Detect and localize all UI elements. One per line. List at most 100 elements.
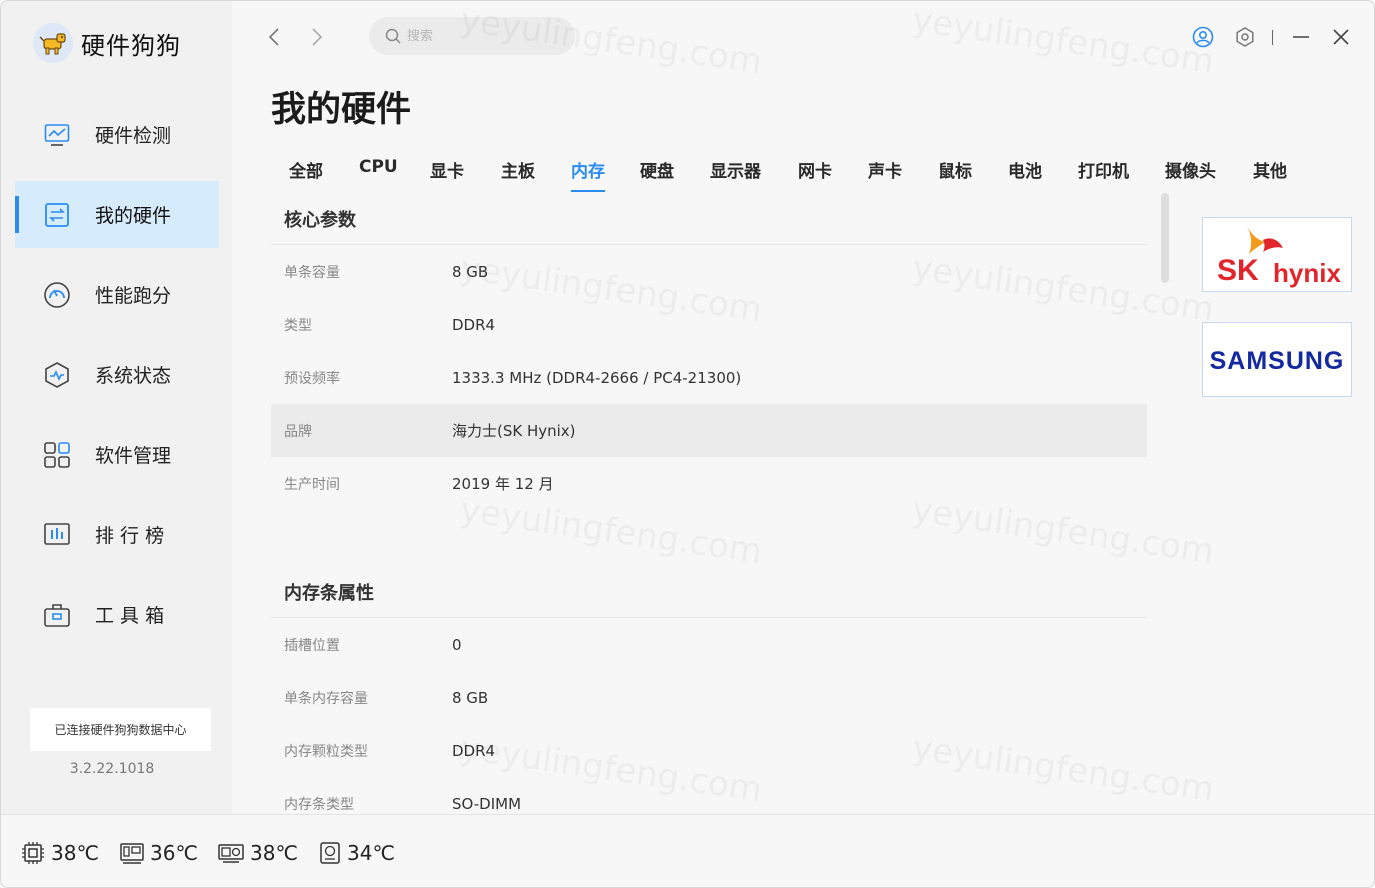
sidebar-item-software-manage[interactable]: 软件管理	[15, 421, 219, 488]
table-row: 插槽位置 0	[271, 618, 1147, 671]
temperature-value: 34℃	[347, 841, 395, 865]
ranking-chart-icon	[43, 521, 71, 549]
tab-sound[interactable]: 声卡	[868, 153, 902, 186]
tab-all[interactable]: 全部	[289, 153, 323, 186]
system-status-icon	[43, 361, 71, 389]
tab-memory[interactable]: 内存	[571, 153, 605, 192]
table-row: 品牌 海力士(SK Hynix)	[271, 404, 1147, 457]
tab-printer[interactable]: 打印机	[1078, 153, 1129, 186]
user-icon	[1192, 26, 1214, 48]
sidebar-item-label: 硬件检测	[95, 125, 172, 147]
tab-camera[interactable]: 摄像头	[1165, 153, 1216, 186]
tab-network[interactable]: 网卡	[798, 153, 832, 186]
row-value: 0	[452, 635, 462, 654]
back-button[interactable]	[262, 25, 286, 49]
hardware-transfer-icon	[43, 201, 71, 229]
graphics-card-icon	[218, 844, 244, 863]
sidebar-item-hardware-detect[interactable]: 硬件检测	[15, 101, 219, 168]
samsung-logo-icon: SAMSUNG	[1210, 347, 1345, 375]
connection-status[interactable]: 已连接硬件狗狗数据中心	[30, 708, 211, 751]
svg-text:SK: SK	[1217, 254, 1259, 287]
tab-cpu[interactable]: CPU	[359, 153, 398, 181]
tab-mouse[interactable]: 鼠标	[938, 153, 972, 186]
row-key: 类型	[284, 317, 312, 334]
table-row: 预设频率 1333.3 MHz (DDR4-2666 / PC4-21300)	[271, 351, 1147, 404]
disk-temperature[interactable]: 34℃	[319, 841, 395, 865]
search-input[interactable]	[407, 28, 557, 44]
motherboard-icon	[120, 843, 144, 864]
watermark: yeyulingfeng.com	[910, 1, 1217, 82]
apps-grid-icon	[43, 441, 71, 469]
row-value: 8 GB	[452, 688, 489, 707]
settings-button[interactable]	[1231, 23, 1259, 51]
app-window: 硬件狗狗 硬件检测 我的硬件 性能跑分 系统状态 软件管理 排 行 榜 工 具 …	[0, 0, 1375, 888]
row-value: 8 GB	[452, 262, 489, 281]
gear-icon	[1236, 27, 1254, 47]
sidebar-item-my-hardware[interactable]: 我的硬件	[15, 181, 219, 248]
sidebar-item-toolbox[interactable]: 工 具 箱	[15, 581, 219, 648]
toolbox-icon	[43, 601, 71, 629]
hard-disk-icon	[320, 842, 340, 864]
app-name: 硬件狗狗	[81, 31, 181, 60]
sk-hynix-logo-icon: SK hynix	[1217, 225, 1341, 288]
sidebar-item-label: 系统状态	[95, 365, 172, 387]
gpu-temperature[interactable]: 38℃	[218, 841, 298, 865]
speedometer-icon	[43, 281, 71, 309]
table-row: 单条容量 8 GB	[271, 245, 1147, 298]
content-scrollbar[interactable]	[1161, 193, 1169, 283]
dog-logo-icon	[33, 23, 73, 63]
row-value: 1333.3 MHz (DDR4-2666 / PC4-21300)	[452, 368, 742, 387]
sidebar-item-label: 我的硬件	[95, 205, 172, 227]
sidebar-item-system-status[interactable]: 系统状态	[15, 341, 219, 408]
tab-monitor[interactable]: 显示器	[710, 153, 761, 186]
close-button[interactable]	[1327, 23, 1355, 51]
tab-disk[interactable]: 硬盘	[640, 153, 674, 186]
section-title-properties: 内存条属性	[271, 566, 1147, 618]
temperature-value: 38℃	[51, 841, 99, 865]
monitor-chart-icon	[43, 121, 71, 149]
tab-other[interactable]: 其他	[1253, 153, 1287, 186]
row-key: 内存颗粒类型	[284, 743, 368, 760]
chevron-right-icon	[312, 28, 323, 46]
svg-text:hynix: hynix	[1273, 258, 1341, 288]
table-row: 内存条类型 SO-DIMM	[271, 777, 1147, 814]
search-box[interactable]	[369, 17, 575, 55]
temperature-value: 36℃	[150, 841, 198, 865]
cpu-chip-icon	[22, 842, 44, 864]
row-value: DDR4	[452, 741, 496, 760]
row-key: 品牌	[284, 423, 312, 440]
row-key: 预设频率	[284, 370, 340, 387]
table-row: 生产时间 2019 年 12 月	[271, 457, 1147, 510]
toolbar-divider	[1272, 30, 1273, 45]
row-value: 海力士(SK Hynix)	[452, 422, 576, 440]
row-key: 生产时间	[284, 476, 340, 493]
page-title: 我的硬件	[271, 90, 412, 130]
row-key: 单条内存容量	[284, 690, 368, 707]
section-title-core: 核心参数	[271, 193, 1147, 245]
minimize-button[interactable]	[1287, 23, 1315, 51]
svg-text:SAMSUNG: SAMSUNG	[1210, 347, 1345, 375]
tab-battery[interactable]: 电池	[1008, 153, 1042, 186]
forward-button[interactable]	[305, 25, 329, 49]
samsung-logo[interactable]: SAMSUNG	[1202, 322, 1352, 397]
sidebar: 硬件狗狗 硬件检测 我的硬件 性能跑分 系统状态 软件管理 排 行 榜 工 具 …	[1, 1, 232, 814]
sidebar-item-label: 性能跑分	[95, 285, 172, 307]
close-icon	[1333, 29, 1349, 45]
sidebar-nav: 硬件检测 我的硬件 性能跑分 系统状态 软件管理 排 行 榜 工 具 箱	[15, 101, 219, 661]
tab-motherboard[interactable]: 主板	[501, 153, 535, 186]
sidebar-item-label: 工 具 箱	[95, 605, 165, 627]
cpu-temperature[interactable]: 38℃	[21, 841, 99, 865]
sk-hynix-logo[interactable]: SK hynix	[1202, 217, 1352, 292]
tab-gpu[interactable]: 显卡	[430, 153, 464, 186]
motherboard-temperature[interactable]: 36℃	[120, 841, 198, 865]
minimize-icon	[1293, 36, 1309, 38]
sidebar-item-benchmark[interactable]: 性能跑分	[15, 261, 219, 328]
row-value: SO-DIMM	[452, 794, 522, 813]
table-row: 类型 DDR4	[271, 298, 1147, 351]
user-account-button[interactable]	[1189, 23, 1217, 51]
sidebar-item-ranking[interactable]: 排 行 榜	[15, 501, 219, 568]
temperature-value: 38℃	[250, 841, 298, 865]
sidebar-item-label: 排 行 榜	[95, 525, 165, 547]
sidebar-item-label: 软件管理	[95, 445, 172, 467]
